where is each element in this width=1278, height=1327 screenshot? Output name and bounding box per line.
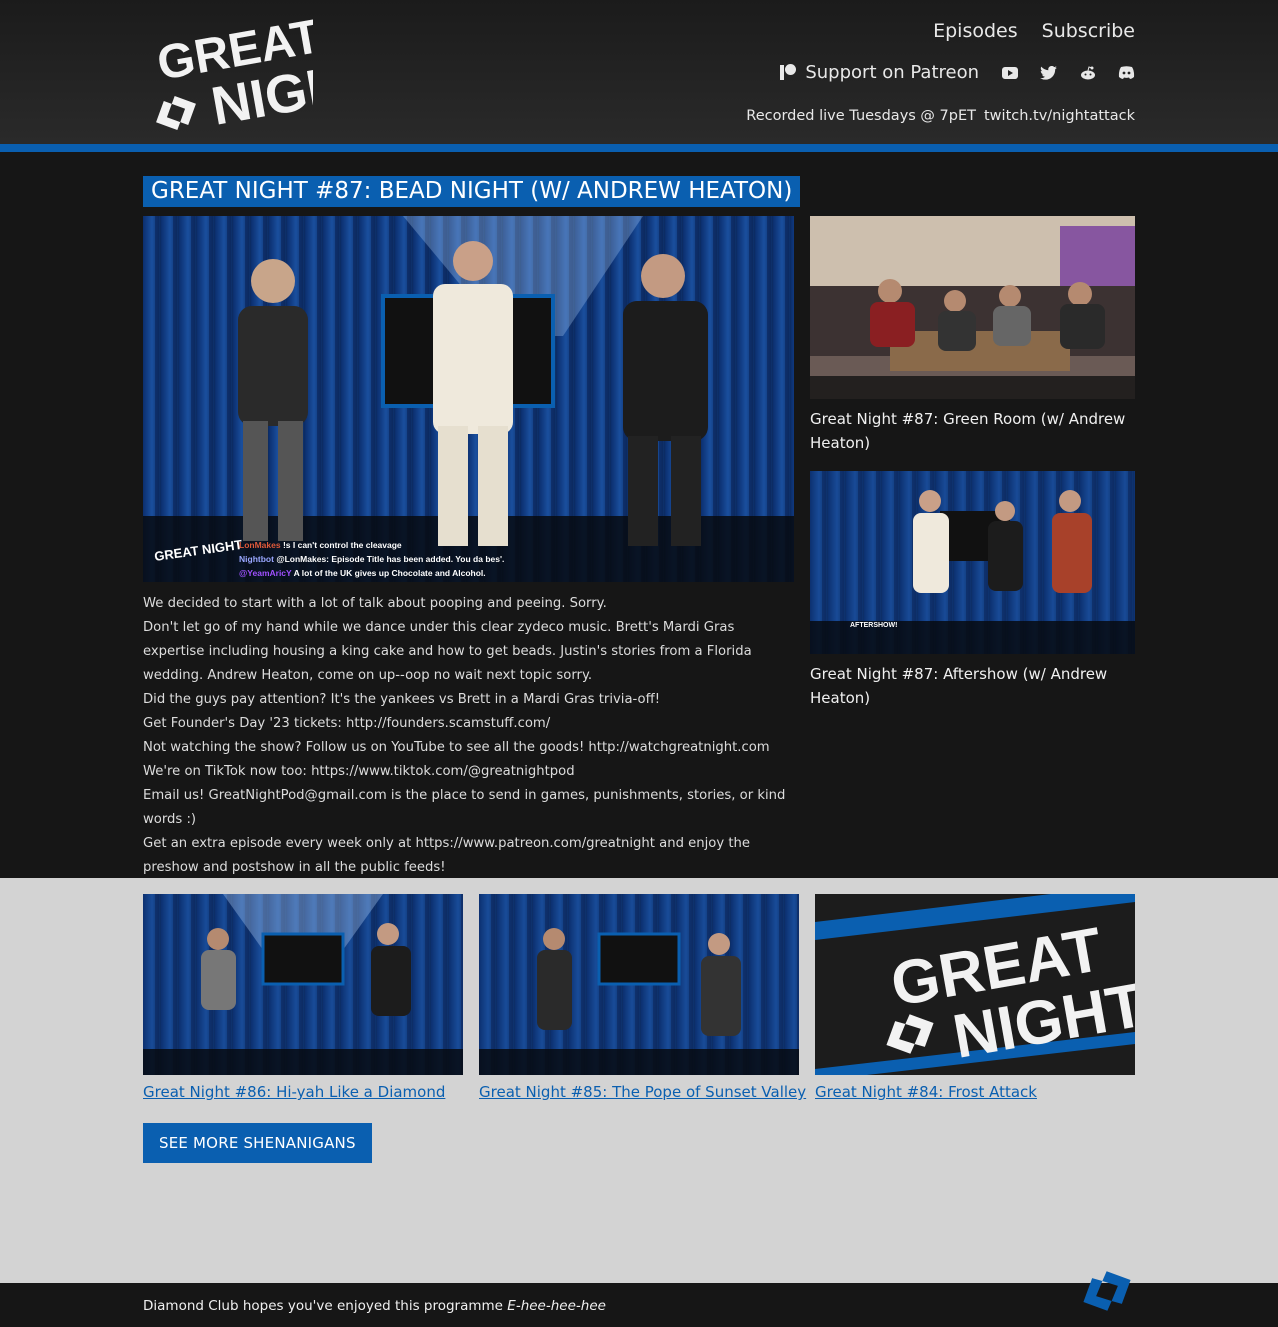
description-paragraph: We're on TikTok now too: https://www.tik…	[143, 764, 575, 779]
aftershow-overlay: AFTERSHOW!	[850, 622, 898, 629]
episode-card[interactable]: GREAT NIGHT Great Night #84: Frost Attac…	[815, 894, 1135, 1101]
chat-line: @YeamAricY A lot of the UK gives up Choc…	[239, 568, 486, 578]
episode-title: GREAT NIGHT #87: BEAD NIGHT (W/ ANDREW H…	[143, 176, 801, 207]
chat-overlay: LonMakes !s I can't control the cleavage…	[239, 538, 504, 580]
episode-card[interactable]: Great Night #85: The Pope of Sunset Vall…	[479, 894, 806, 1101]
episode-video-frame: GREAT NIGHT	[143, 216, 794, 582]
see-more-button[interactable]: SEE MORE SHENANIGANS	[143, 1123, 372, 1163]
patreon-link[interactable]: Support on Patreon	[780, 62, 979, 83]
description-paragraph: Get an extra episode every week only at …	[143, 836, 750, 875]
nav-episodes[interactable]: Episodes	[933, 20, 1018, 42]
related-thumbnail[interactable]	[810, 216, 1135, 399]
episode-card[interactable]: Great Night #86: Hi-yah Like a Diamond	[143, 894, 463, 1101]
patreon-label: Support on Patreon	[805, 62, 979, 83]
header-divider	[0, 144, 1278, 152]
description-paragraph: Get Founder's Day '23 tickets: http://fo…	[143, 716, 551, 731]
episode-link[interactable]: Great Night #86: Hi-yah Like a Diamond	[143, 1083, 463, 1101]
footer-message: Diamond Club hopes you've enjoyed this p…	[143, 1298, 606, 1314]
related-aftershow[interactable]: AFTERSHOW! Great Night #87: Aftershow (w…	[810, 471, 1135, 710]
related-thumbnail[interactable]: AFTERSHOW!	[810, 471, 1135, 654]
recording-info: Recorded live Tuesdays @ 7pET twitch.tv/…	[746, 108, 1135, 124]
description-paragraph: Did the guys pay attention? It's the yan…	[143, 692, 660, 707]
episode-video[interactable]: GREAT NIGHT LonMakes !s I can't control …	[143, 216, 794, 582]
description-paragraph: We decided to start with a lot of talk a…	[143, 596, 607, 611]
patreon-icon	[780, 64, 797, 81]
episode-link[interactable]: Great Night #85: The Pope of Sunset Vall…	[479, 1083, 806, 1101]
related-caption[interactable]: Great Night #87: Green Room (w/ Andrew H…	[810, 407, 1135, 455]
description-paragraph: Not watching the show? Follow us on YouT…	[143, 740, 770, 755]
episode-thumbnail[interactable]	[479, 894, 799, 1075]
great-night-logo[interactable]: GREAT NIGHT	[148, 10, 313, 135]
more-episodes-section: Great Night #86: Hi-yah Like a Diamond G…	[0, 878, 1278, 1283]
nav-subscribe[interactable]: Subscribe	[1042, 20, 1135, 42]
episode-link[interactable]: Great Night #84: Frost Attack	[815, 1083, 1135, 1101]
chat-line: LonMakes !s I can't control the cleavage	[239, 540, 402, 550]
episode-thumbnail[interactable]	[143, 894, 463, 1075]
social-links: Support on Patreon	[780, 62, 1135, 83]
diamond-icon	[1083, 1271, 1131, 1311]
site-header: GREAT NIGHT Episodes Subscribe Support o…	[0, 0, 1278, 144]
episode-section: GREAT NIGHT #87: BEAD NIGHT (W/ ANDREW H…	[0, 152, 1278, 878]
youtube-icon[interactable]	[1001, 66, 1018, 80]
chat-line: Nightbot @LonMakes: Episode Title has be…	[239, 554, 505, 564]
episode-thumbnail[interactable]: GREAT NIGHT	[815, 894, 1135, 1075]
twitch-link[interactable]: twitch.tv/nightattack	[984, 108, 1135, 124]
description-paragraph: Email us! GreatNightPod@gmail.com is the…	[143, 788, 786, 827]
discord-icon[interactable]	[1118, 66, 1135, 80]
footer-tagline: E-hee-hee-hee	[507, 1298, 606, 1314]
episode-description: We decided to start with a lot of talk a…	[143, 592, 794, 880]
main-nav: Episodes Subscribe	[933, 20, 1135, 42]
site-footer: Diamond Club hopes you've enjoyed this p…	[0, 1271, 1278, 1327]
related-caption[interactable]: Great Night #87: Aftershow (w/ Andrew He…	[810, 662, 1135, 710]
related-green-room[interactable]: Great Night #87: Green Room (w/ Andrew H…	[810, 216, 1135, 455]
reddit-icon[interactable]	[1079, 65, 1096, 80]
twitter-icon[interactable]	[1040, 65, 1057, 80]
description-paragraph: Don't let go of my hand while we dance u…	[143, 620, 752, 683]
recorded-schedule: Recorded live Tuesdays @ 7pET	[746, 108, 976, 124]
